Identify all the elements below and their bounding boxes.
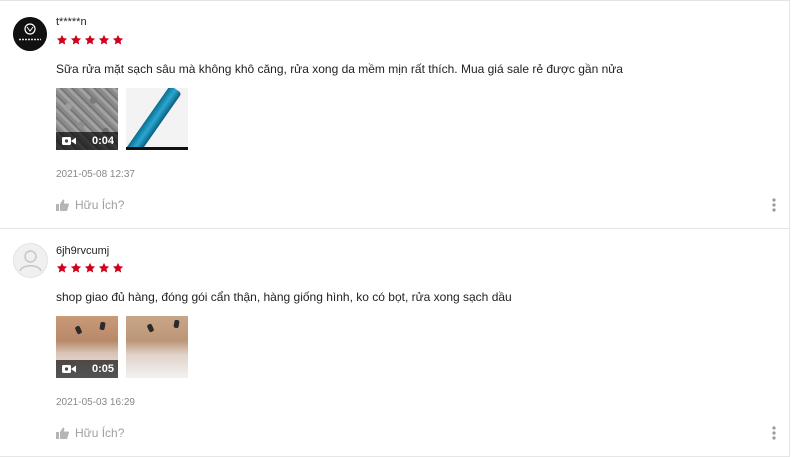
- video-overlay-bar: 0:05: [56, 360, 118, 378]
- review-item: t*****n Sữa rửa mặt sạch sâu mà không kh…: [0, 1, 790, 229]
- review-media: 0:04: [56, 88, 188, 150]
- helpful-button[interactable]: Hữu Ích?: [56, 426, 124, 440]
- star-icon: [84, 262, 96, 274]
- more-vertical-icon: [772, 198, 776, 212]
- thumbs-up-icon: [56, 199, 69, 211]
- review-media: 0:05: [56, 316, 188, 378]
- star-icon: [112, 34, 124, 46]
- video-overlay-bar: 0:04: [56, 132, 118, 150]
- product-bottle-image: [126, 88, 182, 147]
- star-icon: [84, 34, 96, 46]
- thumbs-up-icon: [56, 427, 69, 439]
- more-vertical-icon: [772, 426, 776, 440]
- review-comment: shop giao đủ hàng, đóng gói cẩn thận, hà…: [56, 290, 512, 304]
- helpful-label: Hữu Ích?: [75, 198, 125, 212]
- review-video-thumbnail[interactable]: 0:04: [56, 88, 118, 150]
- video-duration: 0:04: [91, 135, 114, 147]
- photo-detail: [99, 321, 106, 331]
- avatar[interactable]: [13, 243, 48, 278]
- review-video-thumbnail[interactable]: 0:05: [56, 316, 118, 378]
- avatar[interactable]: [13, 17, 47, 51]
- review-item: 6jh9rvcumj shop giao đủ hàng, đóng gói c…: [0, 230, 790, 457]
- more-options-button[interactable]: [769, 425, 779, 441]
- video-camera-icon: [62, 364, 76, 374]
- review-comment: Sữa rửa mặt sạch sâu mà không khô căng, …: [56, 62, 623, 76]
- star-icon: [56, 34, 68, 46]
- reviewer-username[interactable]: 6jh9rvcumj: [56, 245, 109, 257]
- review-timestamp: 2021-05-03 16:29: [56, 397, 135, 408]
- photo-detail: [74, 325, 83, 335]
- star-icon: [70, 262, 82, 274]
- star-icon: [98, 34, 110, 46]
- star-icon: [112, 262, 124, 274]
- rating-stars: [56, 262, 124, 274]
- reviews-panel: t*****n Sữa rửa mặt sạch sâu mà không kh…: [0, 0, 790, 457]
- more-options-button[interactable]: [769, 197, 779, 213]
- video-camera-icon: [62, 136, 76, 146]
- brand-logo-icon: [13, 17, 47, 51]
- review-image-thumbnail[interactable]: [126, 316, 188, 378]
- photo-detail: [146, 323, 155, 333]
- helpful-label: Hữu Ích?: [75, 426, 125, 440]
- reviewer-username[interactable]: t*****n: [56, 16, 87, 28]
- helpful-button[interactable]: Hữu Ích?: [56, 198, 124, 212]
- star-icon: [70, 34, 82, 46]
- rating-stars: [56, 34, 124, 46]
- photo-detail: [173, 319, 180, 329]
- star-icon: [98, 262, 110, 274]
- video-duration: 0:05: [91, 363, 114, 375]
- review-timestamp: 2021-05-08 12:37: [56, 169, 135, 180]
- default-avatar-icon: [19, 250, 42, 272]
- review-image-thumbnail[interactable]: [126, 88, 188, 150]
- star-icon: [56, 262, 68, 274]
